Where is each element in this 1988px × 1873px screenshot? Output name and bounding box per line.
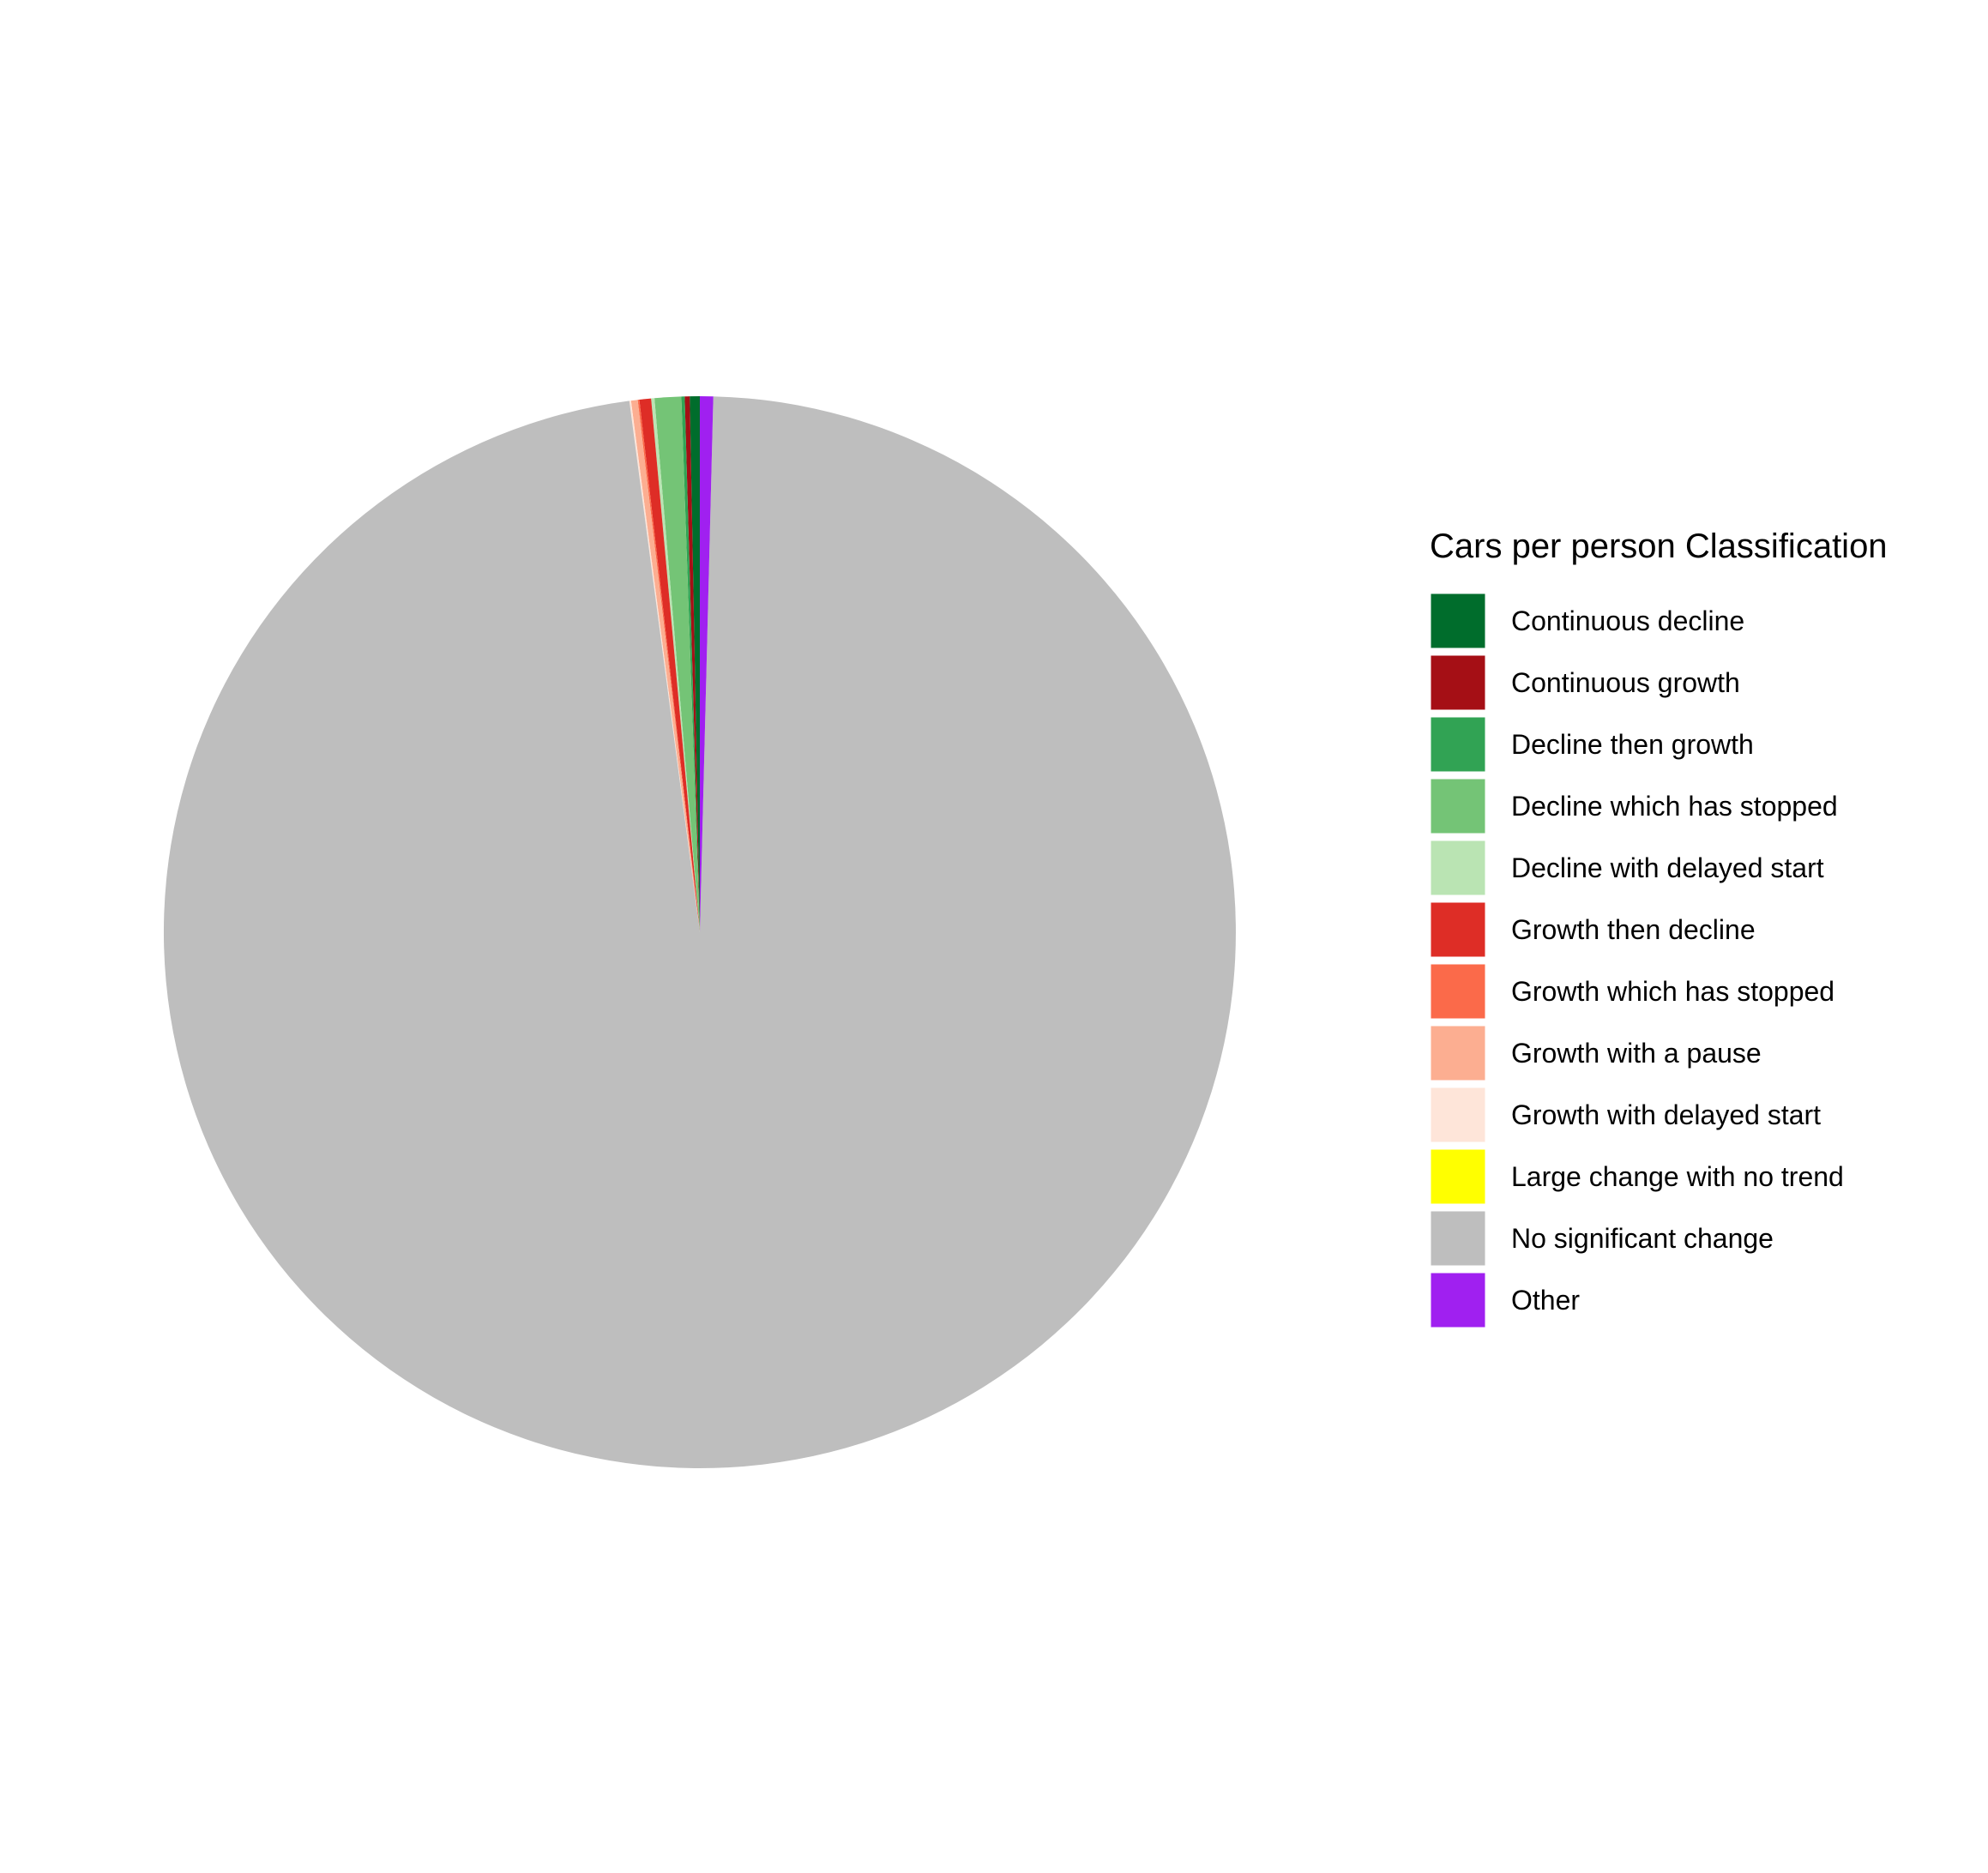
legend-swatch-growth-with-a-pause — [1428, 1023, 1488, 1083]
pie-slices — [163, 396, 1236, 1469]
legend-swatch-decline-then-growth — [1428, 714, 1488, 774]
pie-chart: Cars per person Classification Continuou… — [163, 396, 1888, 1469]
legend-item-growth-which-has-stopped: Growth which has stopped — [1428, 961, 1834, 1021]
legend-swatch-continuous-decline — [1428, 591, 1488, 651]
legend-label-decline-with-delayed-start: Decline with delayed start — [1511, 852, 1824, 883]
legend-label-decline-which-has-stopped: Decline which has stopped — [1511, 791, 1838, 822]
legend-item-growth-with-a-pause: Growth with a pause — [1428, 1023, 1762, 1083]
legend-item-decline-which-has-stopped: Decline which has stopped — [1428, 776, 1838, 836]
legend-label-continuous-decline: Continuous decline — [1511, 605, 1744, 636]
legend-swatch-continuous-growth — [1428, 653, 1488, 713]
legend-item-growth-with-delayed-start: Growth with delayed start — [1428, 1085, 1821, 1145]
legend-label-growth-with-delayed-start: Growth with delayed start — [1511, 1099, 1821, 1130]
legend-items: Continuous decline Continuous growth Decli… — [1428, 591, 1844, 1330]
legend-label-growth-with-a-pause: Growth with a pause — [1511, 1038, 1762, 1069]
legend-swatch-growth-with-delayed-start — [1428, 1085, 1488, 1145]
legend-item-other: Other — [1428, 1270, 1580, 1330]
legend-item-large-change-with-no-trend: Large change with no trend — [1428, 1147, 1844, 1207]
legend-swatch-other — [1428, 1270, 1488, 1330]
legend-item-decline-then-growth: Decline then growth — [1428, 714, 1754, 774]
legend-label-other: Other — [1511, 1285, 1580, 1316]
legend-item-continuous-growth: Continuous growth — [1428, 653, 1740, 713]
legend-item-continuous-decline: Continuous decline — [1428, 591, 1744, 651]
legend-label-growth-which-has-stopped: Growth which has stopped — [1511, 976, 1834, 1007]
legend-swatch-growth-then-decline — [1428, 900, 1488, 960]
legend-swatch-no-significant-change — [1428, 1208, 1488, 1268]
legend-label-continuous-growth: Continuous growth — [1511, 667, 1740, 698]
legend-label-large-change-with-no-trend: Large change with no trend — [1511, 1161, 1844, 1192]
legend-swatch-growth-which-has-stopped — [1428, 961, 1488, 1021]
legend-item-no-significant-change: No significant change — [1428, 1208, 1774, 1268]
legend: Cars per person Classification Continuou… — [1428, 527, 1888, 1330]
legend-title: Cars per person Classification — [1430, 527, 1888, 565]
legend-swatch-decline-which-has-stopped — [1428, 776, 1488, 836]
legend-label-decline-then-growth: Decline then growth — [1511, 729, 1754, 760]
legend-label-no-significant-change: No significant change — [1511, 1223, 1774, 1254]
legend-item-decline-with-delayed-start: Decline with delayed start — [1428, 838, 1824, 898]
legend-swatch-decline-with-delayed-start — [1428, 838, 1488, 898]
legend-label-growth-then-decline: Growth then decline — [1511, 914, 1756, 945]
legend-swatch-large-change-with-no-trend — [1428, 1147, 1488, 1207]
legend-item-growth-then-decline: Growth then decline — [1428, 900, 1756, 960]
